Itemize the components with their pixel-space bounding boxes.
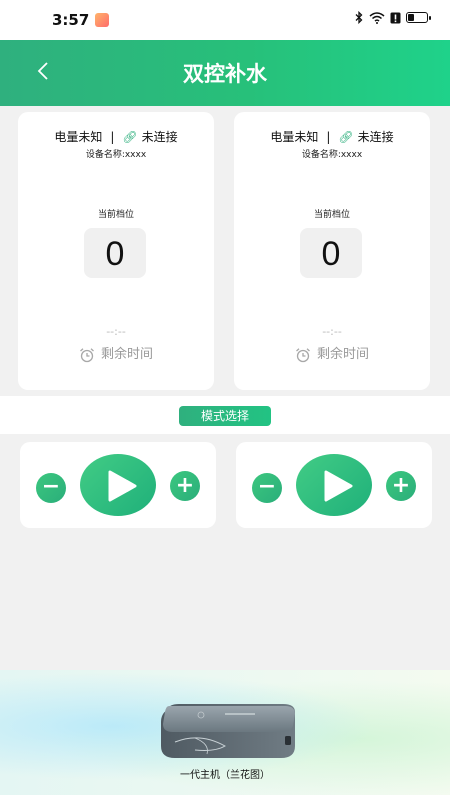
status-separator: | bbox=[110, 130, 115, 144]
status-separator: | bbox=[326, 130, 331, 144]
device-image bbox=[161, 704, 295, 758]
decrease-button[interactable]: − bbox=[36, 473, 66, 503]
countdown-value: --:-- bbox=[322, 325, 342, 338]
remaining-time: 剩余时间 bbox=[18, 343, 214, 363]
remaining-time-label: 剩余时间 bbox=[316, 347, 369, 362]
play-icon bbox=[108, 470, 137, 502]
product-label: 一代主机（兰花图） bbox=[180, 770, 270, 781]
battery-icon bbox=[406, 12, 431, 23]
link-icon: 🔗︎ bbox=[122, 130, 138, 144]
remaining-time: 剩余时间 bbox=[234, 343, 430, 363]
increase-button[interactable]: + bbox=[386, 471, 416, 501]
play-button[interactable] bbox=[296, 454, 372, 516]
device-status-line: 电量未知 | 🔗︎ 未连接 bbox=[18, 128, 214, 145]
status-bar: 3:57 bbox=[0, 0, 450, 40]
header: 双控补水 bbox=[0, 40, 450, 106]
countdown-value: --:-- bbox=[106, 325, 126, 338]
device-name: 设备名称:xxxx bbox=[85, 150, 147, 160]
remaining-time-label: 剩余时间 bbox=[100, 347, 153, 362]
device-status-line: 电量未知 | 🔗︎ 未连接 bbox=[234, 128, 430, 145]
battery-status: 电量未知 bbox=[270, 130, 319, 144]
notification-app-icon bbox=[95, 13, 110, 27]
control-card-1: − + bbox=[20, 442, 216, 528]
link-icon: 🔗︎ bbox=[338, 130, 354, 144]
play-icon bbox=[324, 470, 353, 502]
control-card-2: − + bbox=[236, 442, 432, 528]
status-time: 3:57 bbox=[52, 11, 90, 29]
bluetooth-icon bbox=[355, 11, 363, 24]
alarm-clock-icon bbox=[296, 347, 310, 362]
gear-label: 当前档位 bbox=[313, 210, 350, 220]
play-button[interactable] bbox=[80, 454, 156, 516]
gear-value: 0 bbox=[300, 228, 362, 278]
product-banner[interactable]: 一代主机（兰花图） bbox=[0, 670, 450, 795]
gear-value: 0 bbox=[84, 228, 146, 278]
wifi-icon bbox=[369, 11, 385, 24]
device-card-1: 电量未知 | 🔗︎ 未连接 设备名称:xxxx 当前档位 0 --:-- 剩余时间 bbox=[18, 112, 214, 390]
status-icons bbox=[354, 11, 431, 24]
page-title: 双控补水 bbox=[183, 62, 267, 86]
device-name: 设备名称:xxxx bbox=[301, 150, 363, 160]
mode-select-button[interactable]: 模式选择 bbox=[179, 406, 271, 426]
bottom-edge bbox=[0, 795, 450, 800]
gear-label: 当前档位 bbox=[97, 210, 134, 220]
connection-status[interactable]: 未连接 bbox=[142, 130, 178, 144]
device-card-2: 电量未知 | 🔗︎ 未连接 设备名称:xxxx 当前档位 0 --:-- 剩余时间 bbox=[234, 112, 430, 390]
alarm-clock-icon bbox=[80, 347, 94, 362]
decrease-button[interactable]: − bbox=[252, 473, 282, 503]
alert-icon bbox=[390, 12, 401, 23]
battery-status: 电量未知 bbox=[54, 130, 103, 144]
connection-status[interactable]: 未连接 bbox=[358, 130, 394, 144]
increase-button[interactable]: + bbox=[170, 471, 200, 501]
